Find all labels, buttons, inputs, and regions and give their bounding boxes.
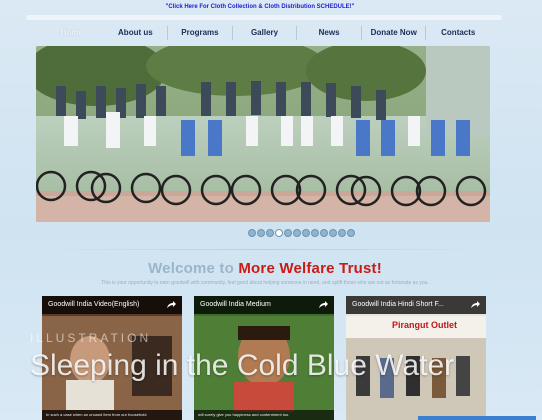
welcome-tagline: This is your opportunity to earn goodwil… [101, 280, 429, 286]
slider-dot[interactable] [293, 229, 301, 237]
share-icon[interactable] [470, 300, 480, 310]
nav-donate-now[interactable]: Donate Now [362, 24, 426, 42]
video-caption: will surely give you happiness and conte… [194, 410, 334, 420]
nav-about-us[interactable]: About us [104, 24, 168, 42]
slider-dot[interactable] [266, 229, 274, 237]
group-photo-with-bicycles [36, 46, 490, 222]
video-title: Goodwill India Medium [194, 296, 334, 314]
slider-dot[interactable] [302, 229, 310, 237]
overlay-label: ILLUSTRATION [30, 331, 152, 345]
nav-programs[interactable]: Programs [168, 24, 232, 42]
slider-dot-active[interactable] [275, 229, 283, 237]
section-divider [40, 249, 490, 250]
share-icon[interactable] [166, 300, 176, 310]
video-title: Goodwill India Video(English) [42, 296, 182, 314]
nav-contacts[interactable]: Contacts [426, 24, 490, 42]
overlay-title: Sleeping in the Cold Blue Water [30, 349, 455, 382]
slider-dot[interactable] [284, 229, 292, 237]
slider-dot[interactable] [311, 229, 319, 237]
share-icon[interactable] [318, 300, 328, 310]
trust-name: More Welfare Trust! [238, 260, 382, 277]
schedule-notice-link[interactable]: "Click Here For Cloth Collection & Cloth… [140, 4, 380, 14]
main-nav: Home About us Programs Gallery News Dona… [40, 24, 490, 42]
outlet-sign: Pirangut Outlet [392, 320, 457, 330]
nav-gallery[interactable]: Gallery [233, 24, 297, 42]
bottom-accent-bar [418, 416, 536, 420]
slider-dot[interactable] [320, 229, 328, 237]
header-divider [26, 15, 502, 20]
slider-dot[interactable] [257, 229, 265, 237]
nav-home[interactable]: Home [40, 24, 104, 42]
video-title: Goodwill India Hindi Short F... [346, 296, 486, 314]
video-caption: In such a case when an unused item from … [42, 410, 182, 420]
slider-pagination [248, 229, 355, 237]
slider-dot[interactable] [248, 229, 256, 237]
slider-dot[interactable] [347, 229, 355, 237]
welcome-prefix: Welcome to [148, 260, 239, 277]
slider-dot[interactable] [329, 229, 337, 237]
hero-slider[interactable] [36, 46, 490, 222]
slider-dot[interactable] [338, 229, 346, 237]
nav-news[interactable]: News [297, 24, 361, 42]
welcome-heading: Welcome to More Welfare Trust! [40, 260, 490, 277]
